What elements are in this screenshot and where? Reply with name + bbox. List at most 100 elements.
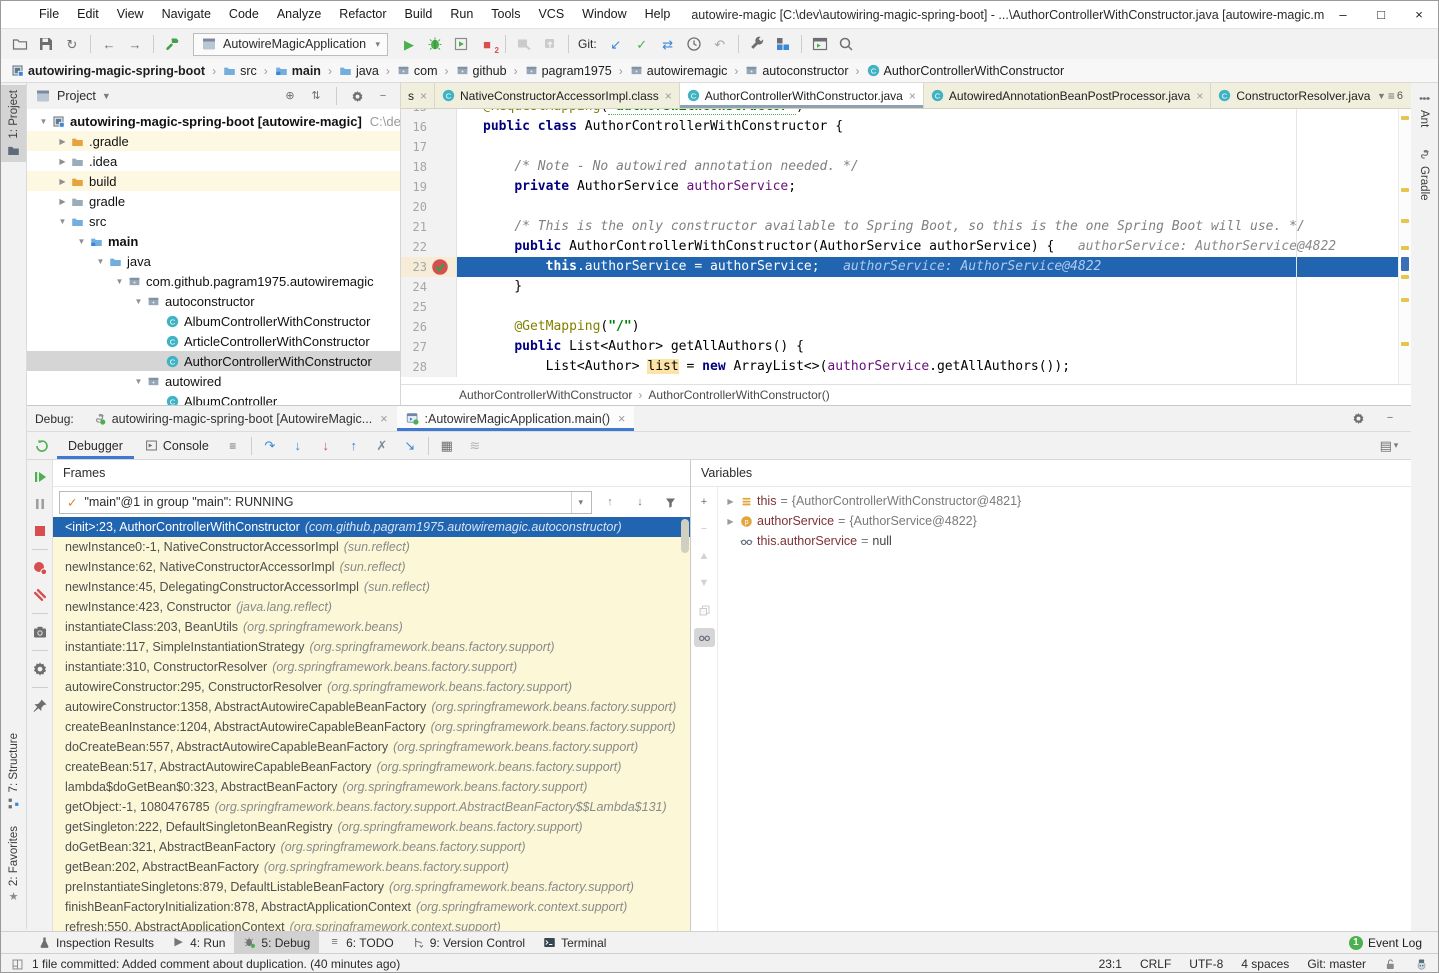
layout-settings-button[interactable]: ▤▾: [1375, 434, 1401, 458]
code-text[interactable]: [457, 137, 1398, 157]
code-text[interactable]: @GetMapping("/"): [457, 317, 1398, 337]
step-over-button[interactable]: ↷: [257, 434, 283, 458]
hammer-button[interactable]: [159, 32, 185, 56]
menu-vcs[interactable]: VCS: [529, 1, 573, 28]
project-tree-item[interactable]: CAuthorControllerWithConstructor: [27, 351, 400, 371]
breadcrumb-item[interactable]: java: [339, 64, 379, 78]
stack-frame-row[interactable]: <init>:23, AuthorControllerWithConstruct…: [53, 517, 690, 537]
menu-run[interactable]: Run: [441, 1, 482, 28]
project-tree-item[interactable]: CAlbumController: [27, 391, 400, 405]
variable-row[interactable]: ▶pauthorService = {AuthorService@4822}: [718, 511, 1411, 531]
line-number[interactable]: 21: [401, 217, 427, 237]
settings-gear-button[interactable]: [30, 660, 50, 678]
profile-button[interactable]: [537, 32, 563, 56]
pin-button[interactable]: [30, 697, 50, 715]
chevron-down-icon[interactable]: ▼: [111, 277, 128, 286]
menu-help[interactable]: Help: [636, 1, 680, 28]
editor-gutter[interactable]: 18: [401, 157, 457, 177]
save-button[interactable]: [33, 32, 59, 56]
breakpoint-icon[interactable]: [430, 259, 450, 275]
editor-gutter[interactable]: 22: [401, 237, 457, 257]
project-structure-button[interactable]: [770, 32, 796, 56]
stack-frame-row[interactable]: finishBeanFactoryInitialization:878, Abs…: [53, 897, 690, 917]
settings-gear-button[interactable]: [346, 84, 368, 108]
editor-gutter[interactable]: 26: [401, 317, 457, 337]
code-line[interactable]: 23 this.authorService = authorService; a…: [401, 257, 1398, 277]
duplicate-watch-button[interactable]: [694, 601, 715, 620]
collapse-all-button[interactable]: ⇅: [305, 84, 327, 108]
open-button[interactable]: [7, 32, 33, 56]
coverage-button[interactable]: [448, 32, 474, 56]
breadcrumb-item[interactable]: github: [456, 64, 507, 78]
chevron-right-icon[interactable]: ▶: [54, 197, 71, 206]
code-text[interactable]: public List<Author> getAllAuthors() {: [457, 337, 1398, 357]
close-icon[interactable]: ×: [665, 89, 672, 103]
debug-session-tab[interactable]: :AutowireMagicApplication.main()×: [397, 406, 635, 431]
line-number[interactable]: 26: [401, 317, 427, 337]
sync-button[interactable]: ↻: [59, 32, 85, 56]
breadcrumb-item[interactable]: src: [223, 64, 257, 78]
code-line[interactable]: 26 @GetMapping("/"): [401, 317, 1398, 337]
chevron-down-icon[interactable]: ▼: [130, 377, 147, 386]
forward-button[interactable]: →: [122, 32, 148, 56]
project-tree-item[interactable]: ▼autoconstructor: [27, 291, 400, 311]
toolwindow-button-terminal[interactable]: Terminal: [534, 932, 615, 953]
variable-row[interactable]: this.authorService = null: [718, 531, 1411, 551]
code-text[interactable]: public class AuthorControllerWithConstru…: [457, 117, 1398, 137]
stack-frame-row[interactable]: lambda$doGetBean$0:323, AbstractBeanFact…: [53, 777, 690, 797]
toolwindow-button----run[interactable]: ▶4: Run: [163, 932, 234, 953]
settings-wrench-button[interactable]: [744, 32, 770, 56]
menu-file[interactable]: File: [30, 1, 68, 28]
line-number[interactable]: 25: [401, 297, 427, 317]
editor-gutter[interactable]: 27: [401, 337, 457, 357]
stop-red-button[interactable]: [30, 522, 50, 540]
stack-frame-row[interactable]: getBean:202, AbstractBeanFactory(org.spr…: [53, 857, 690, 877]
rerun-button[interactable]: [29, 434, 55, 458]
mute-breakpoints-button[interactable]: [30, 586, 50, 604]
thread-selector[interactable]: ✓ "main"@1 in group "main": RUNNING ▾: [59, 491, 592, 514]
stack-frame-row[interactable]: instantiate:310, ConstructorResolver(org…: [53, 657, 690, 677]
line-number[interactable]: 15: [401, 109, 427, 117]
breadcrumb-item[interactable]: autowiring-magic-spring-boot: [11, 64, 205, 78]
stack-frame-row[interactable]: autowireConstructor:295, ConstructorReso…: [53, 677, 690, 697]
arrow-down-button[interactable]: ↓: [630, 490, 650, 514]
breadcrumb-item[interactable]: autoconstructor: [745, 64, 848, 78]
code-text[interactable]: /* Note - No autowired annotation needed…: [457, 157, 1398, 177]
toolwindow-button----version-control[interactable]: 9: Version Control: [403, 932, 534, 953]
history-button[interactable]: [681, 32, 707, 56]
editor-gutter[interactable]: 24: [401, 277, 457, 297]
editor-tab[interactable]: CAutowiredAnnotationBeanPostProcessor.ja…: [924, 83, 1212, 108]
attach-button[interactable]: [511, 32, 537, 56]
close-icon[interactable]: ×: [380, 412, 387, 426]
close-button[interactable]: ×: [1400, 1, 1438, 28]
close-icon[interactable]: ×: [1196, 89, 1203, 103]
drop-frame-button[interactable]: ✗: [369, 434, 395, 458]
line-number[interactable]: 24: [401, 277, 427, 297]
run-button[interactable]: ▶: [396, 32, 422, 56]
editor-breadcrumb-item[interactable]: AuthorControllerWithConstructor(): [648, 388, 829, 402]
editor-breadcrumb-item[interactable]: AuthorControllerWithConstructor: [459, 388, 632, 402]
toolwindow-quick-access-icon[interactable]: [11, 958, 24, 971]
project-tree-item[interactable]: CAlbumControllerWithConstructor: [27, 311, 400, 331]
chevron-right-icon[interactable]: ▶: [54, 157, 71, 166]
arrow-up-button[interactable]: ↑: [600, 490, 620, 514]
step-out-button[interactable]: ↑: [341, 434, 367, 458]
stack-frame-row[interactable]: autowireConstructor:1358, AbstractAutowi…: [53, 697, 690, 717]
project-tree-item[interactable]: ▶build: [27, 171, 400, 191]
stack-frame-row[interactable]: instantiate:117, SimpleInstantiationStra…: [53, 637, 690, 657]
code-text[interactable]: @RequestMapping("authorswithconstructor"…: [457, 109, 1398, 117]
stack-frame-row[interactable]: instantiateClass:203, BeanUtils(org.spri…: [53, 617, 690, 637]
tab-console[interactable]: Console: [134, 432, 220, 459]
stripe-tab----project[interactable]: 1: Project: [1, 85, 26, 162]
code-text[interactable]: public AuthorControllerWithConstructor(A…: [457, 237, 1398, 257]
code-line[interactable]: 15 @RequestMapping("authorswithconstructo…: [401, 109, 1398, 117]
project-tree-item[interactable]: ▼autowired: [27, 371, 400, 391]
move-down-button[interactable]: ▼: [694, 574, 715, 593]
stack-frame-row[interactable]: doCreateBean:557, AbstractAutowireCapabl…: [53, 737, 690, 757]
filter-button[interactable]: [660, 490, 680, 514]
git-update-button[interactable]: ↙: [603, 32, 629, 56]
editor-tab[interactable]: CConstructorResolver.java×: [1211, 83, 1373, 108]
chevron-right-icon[interactable]: ▶: [54, 177, 71, 186]
chevron-down-icon[interactable]: ▼: [73, 237, 90, 246]
editor-tab[interactable]: CNativeConstructorAccessorImpl.class×: [435, 83, 680, 108]
